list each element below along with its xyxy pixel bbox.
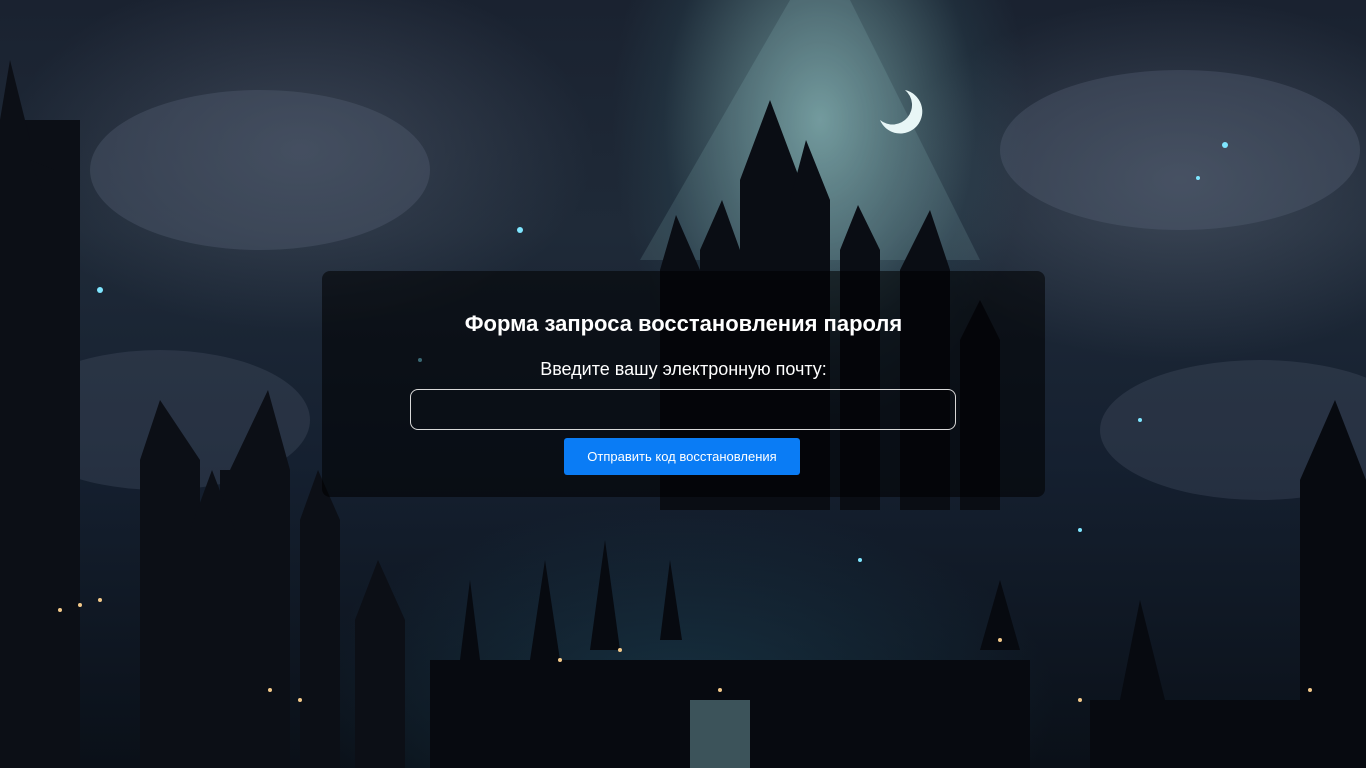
form-title: Форма запроса восстановления пароля xyxy=(464,311,903,336)
send-recovery-code-button[interactable]: Отправить код восстановления xyxy=(564,438,800,475)
email-label: Введите вашу электронную почту: xyxy=(540,359,827,379)
password-recovery-panel: Форма запроса восстановления пароля Введ… xyxy=(322,271,1045,497)
email-input[interactable] xyxy=(410,389,956,430)
